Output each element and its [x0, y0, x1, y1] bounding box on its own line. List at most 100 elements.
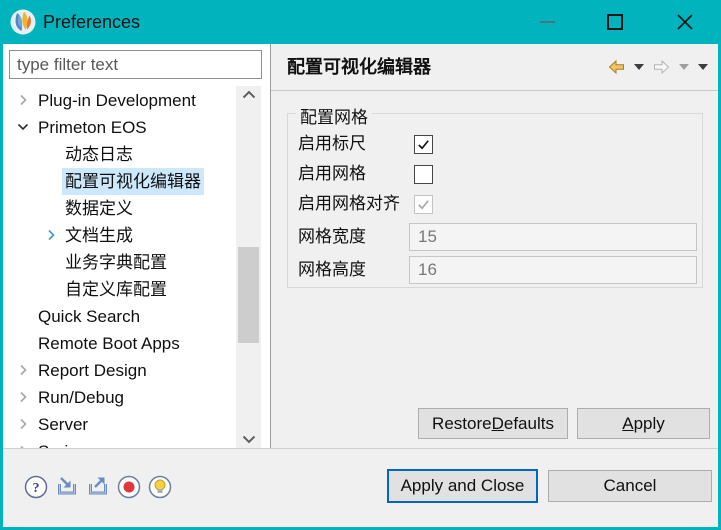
hint-button[interactable] — [148, 475, 172, 499]
lightbulb-icon — [148, 475, 172, 499]
grid-settings-group: 配置网格 启用标尺 启用网格 启用网格对齐 网格宽度 网格高度 — [287, 113, 703, 288]
tree-item-label: 自定义库配置 — [65, 276, 167, 303]
forward-icon — [653, 60, 670, 74]
group-title: 配置网格 — [296, 103, 372, 128]
back-dropdown-icon — [634, 64, 644, 70]
apply-and-close-button[interactable]: Apply and Close — [387, 469, 538, 503]
scroll-up-button[interactable] — [236, 86, 261, 103]
preference-tree: Plug-in DevelopmentPrimeton EOS动态日志配置可视化… — [3, 87, 239, 448]
grid-width-field — [409, 223, 697, 251]
tree-item-label: 文档生成 — [65, 222, 133, 249]
record-icon — [117, 475, 141, 499]
view-menu-icon — [698, 64, 708, 70]
window-title: Preferences — [43, 0, 140, 44]
page-title: 配置可视化编辑器 — [287, 44, 431, 90]
tree-item-12[interactable]: Server — [3, 411, 239, 438]
tree-scrollbar[interactable] — [236, 86, 261, 448]
checkmark-icon — [416, 197, 431, 212]
button-label: Restore — [432, 414, 492, 434]
tree-item-label: Plug-in Development — [38, 87, 196, 114]
tree-item-label: Server — [38, 411, 88, 438]
export-icon — [86, 475, 110, 499]
enable-ruler-checkbox[interactable] — [414, 135, 433, 154]
chevron-down-icon — [242, 435, 256, 444]
enable-grid-label: 启用网格 — [298, 164, 366, 184]
maximize-icon — [607, 14, 623, 30]
forward-button — [653, 60, 670, 74]
tree-item-0[interactable]: Plug-in Development — [3, 87, 239, 114]
forward-dropdown-icon — [679, 64, 689, 70]
help-button[interactable]: ? — [24, 475, 48, 499]
close-icon — [675, 12, 695, 32]
record-button[interactable] — [117, 475, 141, 499]
tree-item-label: Spring — [38, 438, 87, 448]
maximize-button[interactable] — [592, 0, 638, 44]
button-label: D — [492, 414, 504, 434]
tree-item-8[interactable]: Quick Search — [3, 303, 239, 330]
minimize-icon — [540, 21, 555, 23]
back-icon — [608, 60, 625, 74]
dialog-footer: ? — [3, 449, 718, 527]
scrollbar-thumb[interactable] — [238, 247, 259, 343]
tree-item-5[interactable]: 文档生成 — [3, 222, 239, 249]
checkmark-icon — [416, 137, 431, 152]
tree-item-label: Run/Debug — [38, 384, 124, 411]
svg-text:?: ? — [33, 481, 40, 496]
apply-button[interactable]: Apply — [577, 408, 710, 439]
app-logo-icon — [10, 9, 36, 35]
import-button[interactable] — [55, 475, 79, 499]
tree-item-11[interactable]: Run/Debug — [3, 384, 239, 411]
cancel-button[interactable]: Cancel — [548, 470, 712, 502]
preferences-dialog: Preferences Plug-in DevelopmentPrimeton … — [0, 0, 721, 530]
header-separator — [271, 90, 718, 91]
tree-item-label: Report Design — [38, 357, 147, 384]
tree-item-2[interactable]: 动态日志 — [3, 141, 239, 168]
button-label: efaults — [504, 414, 554, 434]
import-icon — [55, 475, 79, 499]
chevron-right-icon[interactable] — [15, 362, 31, 378]
chevron-down-icon[interactable] — [15, 119, 31, 135]
button-label: pply — [634, 414, 665, 434]
enable-ruler-label: 启用标尺 — [298, 134, 366, 154]
tree-item-label: 数据定义 — [65, 195, 133, 222]
sidebar: Plug-in DevelopmentPrimeton EOS动态日志配置可视化… — [3, 44, 270, 448]
tree-item-6[interactable]: 业务字典配置 — [3, 249, 239, 276]
tree-item-1[interactable]: Primeton EOS — [3, 114, 239, 141]
tree-item-label: Quick Search — [38, 303, 140, 330]
grid-height-field — [409, 256, 697, 284]
tree-item-9[interactable]: Remote Boot Apps — [3, 330, 239, 357]
tree-item-7[interactable]: 自定义库配置 — [3, 276, 239, 303]
minimize-button[interactable] — [524, 0, 570, 44]
back-button[interactable] — [608, 60, 625, 74]
filter-input[interactable] — [9, 50, 262, 79]
view-menu-button[interactable] — [698, 64, 708, 70]
snap-to-grid-checkbox — [414, 195, 433, 214]
chevron-right-icon[interactable] — [43, 227, 59, 243]
page-toolbar — [608, 44, 708, 90]
tree-item-13[interactable]: Spring — [3, 438, 239, 448]
preference-page: 配置可视化编辑器 — [271, 44, 718, 448]
close-button[interactable] — [662, 0, 708, 44]
tree-item-10[interactable]: Report Design — [3, 357, 239, 384]
chevron-up-icon — [242, 90, 256, 99]
forward-history-button — [679, 64, 689, 70]
chevron-right-icon[interactable] — [15, 92, 31, 108]
back-history-button[interactable] — [634, 64, 644, 70]
tree-item-label: Primeton EOS — [38, 114, 147, 141]
chevron-right-icon[interactable] — [15, 416, 31, 432]
restore-defaults-button[interactable]: Restore Defaults — [418, 408, 568, 439]
export-button[interactable] — [86, 475, 110, 499]
enable-grid-checkbox[interactable] — [414, 165, 433, 184]
tree-item-4[interactable]: 数据定义 — [3, 195, 239, 222]
titlebar: Preferences — [0, 0, 721, 44]
tree-item-label: Remote Boot Apps — [38, 330, 180, 357]
grid-height-label: 网格高度 — [298, 260, 366, 280]
page-header: 配置可视化编辑器 — [271, 44, 718, 90]
tree-item-label: 配置可视化编辑器 — [62, 168, 204, 195]
chevron-right-icon[interactable] — [15, 389, 31, 405]
tree-item-3[interactable]: 配置可视化编辑器 — [3, 168, 239, 195]
tree-item-label: 业务字典配置 — [65, 249, 167, 276]
scroll-down-button[interactable] — [236, 431, 261, 448]
help-icon: ? — [24, 475, 48, 499]
snap-to-grid-label: 启用网格对齐 — [298, 194, 400, 214]
